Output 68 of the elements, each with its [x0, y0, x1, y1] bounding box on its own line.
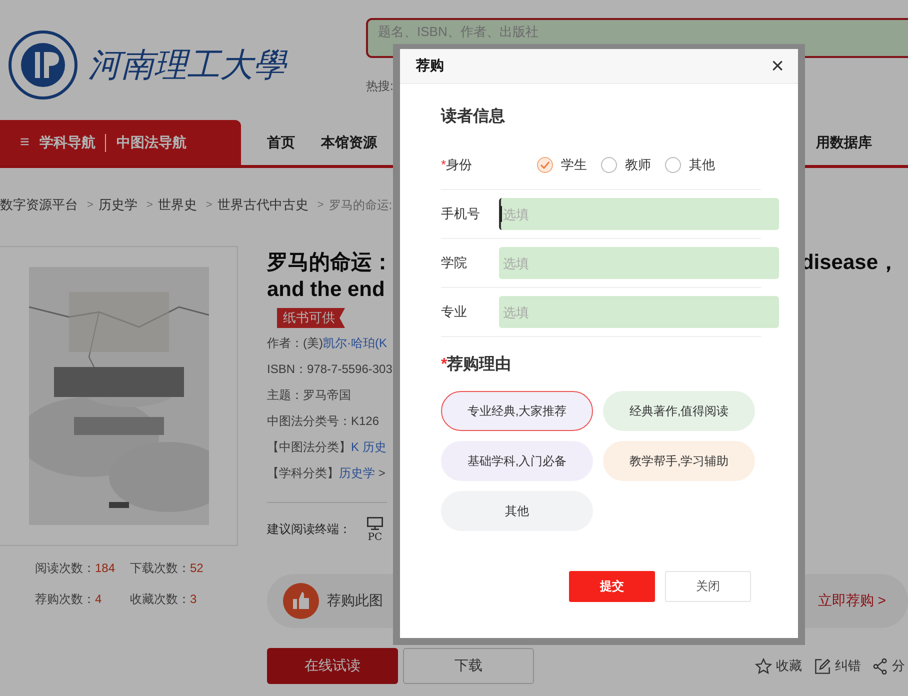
device-label: PC	[368, 532, 382, 543]
metadata-text: 【中图法分类】K 历史	[267, 439, 386, 456]
breadcrumb-separator: >	[146, 199, 153, 211]
star-icon	[755, 658, 772, 674]
input-field[interactable]: 选填	[499, 198, 779, 230]
close-button[interactable]: ×	[771, 55, 784, 77]
recommend-now-link[interactable]: 立即荐购 >	[818, 592, 886, 610]
breadcrumb-separator: >	[206, 199, 212, 211]
book-title: 罗马的命运：	[267, 250, 393, 276]
tool-link[interactable]: 分	[873, 657, 905, 675]
metadata-link[interactable]: 凯尔·哈珀(K	[323, 336, 387, 350]
edit-icon	[814, 658, 831, 674]
input-field[interactable]: 选填	[499, 296, 779, 328]
section-title: 读者信息	[441, 106, 505, 127]
breadcrumb-link[interactable]: 数字资源平台	[0, 196, 78, 214]
radio-option[interactable]: 教师	[601, 156, 651, 174]
metadata-text: ISBN：978-7-5596-303	[267, 361, 392, 378]
field-label: 手机号	[441, 205, 481, 223]
stat-text: 收藏次数：3	[130, 591, 198, 608]
nav-link[interactable]: 本馆资源	[321, 134, 377, 152]
reason-tag[interactable]: 基础学科,入门必备	[441, 441, 593, 481]
input-field[interactable]: 选填	[499, 247, 779, 279]
breadcrumb-separator: >	[317, 199, 324, 211]
cancel-button[interactable]: 关闭	[665, 571, 751, 602]
submit-button[interactable]: 提交	[569, 571, 655, 602]
category-nav-link[interactable]: 学科导航	[39, 134, 96, 152]
radio-option[interactable]: 其他	[665, 156, 715, 174]
category-nav-link[interactable]: 中图法导航	[116, 134, 186, 152]
logo-text: 河南理工大學	[88, 44, 286, 86]
dialog-title: 荐购	[416, 57, 444, 75]
radio-option[interactable]: 学生	[537, 156, 587, 174]
field-label: 学院	[441, 254, 468, 272]
breadcrumb-separator: >	[87, 199, 94, 211]
stat-text: 下载次数：52	[130, 560, 204, 577]
university-emblem-icon	[8, 30, 78, 100]
tool-link[interactable]: 收藏	[755, 657, 802, 675]
read-online-button[interactable]: 在线试读	[267, 648, 398, 684]
stat-text: 阅读次数：184	[35, 560, 116, 577]
tool-link[interactable]: 纠错	[814, 657, 861, 675]
breadcrumb-link[interactable]: 历史学	[98, 196, 138, 214]
metadata-link[interactable]: K 历史	[351, 440, 386, 454]
menu-icon[interactable]: ≡	[20, 134, 30, 152]
section-title: *荐购理由	[441, 354, 512, 375]
metadata-text: 【学科分类】历史学 >	[267, 465, 386, 482]
field-label: *身份	[441, 156, 474, 174]
hot-search-label: 热搜:	[366, 78, 394, 95]
monitor-icon	[367, 517, 383, 530]
reason-tag[interactable]: 经典著作,值得阅读	[603, 391, 755, 431]
thumbs-up-icon	[283, 583, 319, 619]
availability-badge: 纸书可供	[277, 308, 345, 328]
nav-link[interactable]: 首页	[267, 134, 295, 152]
reason-tag[interactable]: 专业经典,大家推荐	[441, 391, 593, 431]
metadata-text: 主题：罗马帝国	[267, 387, 351, 404]
share-icon	[873, 658, 888, 674]
nav-link[interactable]: 用数据库	[816, 134, 872, 152]
reason-tag[interactable]: 其他	[441, 491, 593, 531]
metadata-text: 作者：(美)凯尔·哈珀(K	[267, 335, 387, 352]
breadcrumb-link[interactable]: 世界史	[158, 196, 197, 214]
metadata-link[interactable]: 历史学	[339, 466, 375, 480]
book-title: and the end	[267, 278, 385, 302]
reason-tag[interactable]: 教学帮手,学习辅助	[603, 441, 755, 481]
metadata-text: 中图法分类号：K126	[267, 413, 380, 430]
stat-text: 荐购次数：4	[35, 591, 103, 608]
reading-terminal-label: 建议阅读终端：	[267, 521, 351, 538]
recommend-text: 荐购此图	[327, 592, 383, 610]
field-label: 专业	[441, 303, 468, 321]
download-button[interactable]: 下载	[403, 648, 534, 684]
breadcrumb-link[interactable]: 世界古代中古史	[217, 196, 308, 214]
